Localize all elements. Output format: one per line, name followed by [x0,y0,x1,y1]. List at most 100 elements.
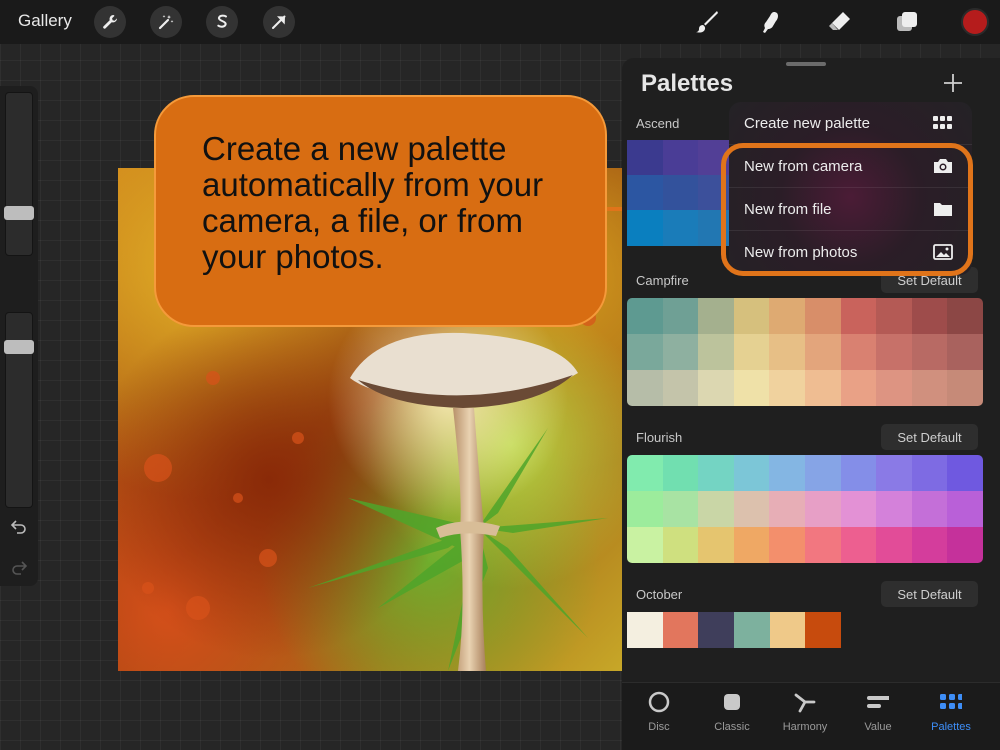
color-swatch[interactable] [627,612,663,648]
current-color-button[interactable] [961,8,989,36]
redo-icon[interactable] [10,560,28,576]
color-swatch[interactable] [698,370,734,406]
color-swatch[interactable] [911,527,948,563]
color-swatch[interactable] [947,298,983,334]
color-swatch[interactable] [733,455,770,491]
color-swatch[interactable] [733,298,770,334]
color-swatch[interactable] [911,455,948,491]
color-swatch[interactable] [840,491,877,527]
layers-icon[interactable] [892,7,922,37]
color-swatch[interactable] [911,334,948,370]
color-swatch[interactable] [662,140,699,176]
color-swatch[interactable] [911,491,948,527]
tab-palettes[interactable]: Palettes [916,683,986,750]
color-swatch[interactable] [911,298,948,334]
color-swatch[interactable] [662,298,699,334]
tab-disc[interactable]: Disc [624,683,694,750]
color-swatch[interactable] [627,210,663,246]
magic-wand-icon[interactable] [150,6,182,38]
tab-value[interactable]: Value [843,683,913,750]
color-swatch[interactable] [662,612,699,648]
color-swatch[interactable] [662,455,699,491]
add-palette-plus-icon[interactable] [942,72,964,94]
color-swatch[interactable] [627,455,663,491]
color-swatch[interactable] [911,370,948,406]
color-swatch[interactable] [662,527,699,563]
color-swatch[interactable] [769,612,806,648]
color-swatch[interactable] [804,298,841,334]
color-swatch[interactable] [769,298,805,334]
selection-s-icon[interactable] [206,6,238,38]
color-swatch[interactable] [734,612,770,648]
color-swatch[interactable] [804,370,841,406]
color-swatch[interactable] [947,527,983,563]
color-swatch[interactable] [804,334,841,370]
color-swatch[interactable] [733,527,770,563]
tab-classic[interactable]: Classic [697,683,767,750]
color-swatch[interactable] [698,491,734,527]
color-swatch[interactable] [662,491,699,527]
color-swatch[interactable] [769,334,805,370]
color-swatch[interactable] [627,175,663,211]
color-swatch[interactable] [769,491,805,527]
color-swatch[interactable] [840,298,877,334]
menu-item-create-new-palette[interactable]: Create new palette [729,102,972,145]
color-swatch[interactable] [947,334,983,370]
gallery-button[interactable]: Gallery [18,11,72,31]
tab-harmony[interactable]: Harmony [770,683,840,750]
color-swatch[interactable] [733,334,770,370]
color-swatch[interactable] [840,370,877,406]
opacity-thumb[interactable] [4,340,34,354]
color-swatch[interactable] [876,491,912,527]
transform-arrow-icon[interactable] [263,6,295,38]
set-default-button-october[interactable]: Set Default [881,581,978,607]
color-swatch[interactable] [627,140,663,176]
color-swatch[interactable] [769,370,805,406]
color-swatch[interactable] [947,455,983,491]
color-swatch[interactable] [876,455,912,491]
color-swatch[interactable] [698,334,734,370]
color-swatch[interactable] [805,612,841,648]
color-swatch[interactable] [662,370,699,406]
color-swatch[interactable] [698,612,734,648]
color-swatch[interactable] [840,334,877,370]
color-swatch[interactable] [804,455,841,491]
color-swatch[interactable] [698,527,734,563]
panel-grabber[interactable] [786,62,826,66]
undo-icon[interactable] [10,519,28,535]
color-swatch[interactable] [627,298,663,334]
color-swatch[interactable] [804,491,841,527]
smudge-icon[interactable] [756,7,786,37]
color-swatch[interactable] [627,334,663,370]
color-swatch[interactable] [662,175,699,211]
color-swatch[interactable] [698,298,734,334]
eraser-icon[interactable] [824,7,854,37]
color-swatch[interactable] [876,370,912,406]
color-swatch[interactable] [769,527,805,563]
color-swatch[interactable] [840,527,877,563]
color-swatch[interactable] [876,334,912,370]
color-swatch[interactable] [840,455,877,491]
brush-size-thumb[interactable] [4,206,34,220]
color-swatch[interactable] [876,298,912,334]
brush-icon[interactable] [692,7,722,37]
color-swatch[interactable] [733,370,770,406]
color-swatch[interactable] [769,455,805,491]
color-swatch[interactable] [662,334,699,370]
color-swatch[interactable] [947,370,983,406]
color-swatch[interactable] [627,527,663,563]
color-swatch[interactable] [627,491,663,527]
wrench-icon[interactable] [94,6,126,38]
brush-size-slider[interactable] [5,92,33,256]
color-swatch[interactable] [662,210,699,246]
color-swatch[interactable] [627,370,663,406]
palette-campfire[interactable] [627,298,983,406]
palette-october[interactable] [627,612,841,648]
color-swatch[interactable] [947,491,983,527]
color-swatch[interactable] [804,527,841,563]
set-default-button-flourish[interactable]: Set Default [881,424,978,450]
color-swatch[interactable] [733,491,770,527]
color-swatch[interactable] [698,455,734,491]
color-swatch[interactable] [876,527,912,563]
palette-flourish[interactable] [627,455,983,563]
